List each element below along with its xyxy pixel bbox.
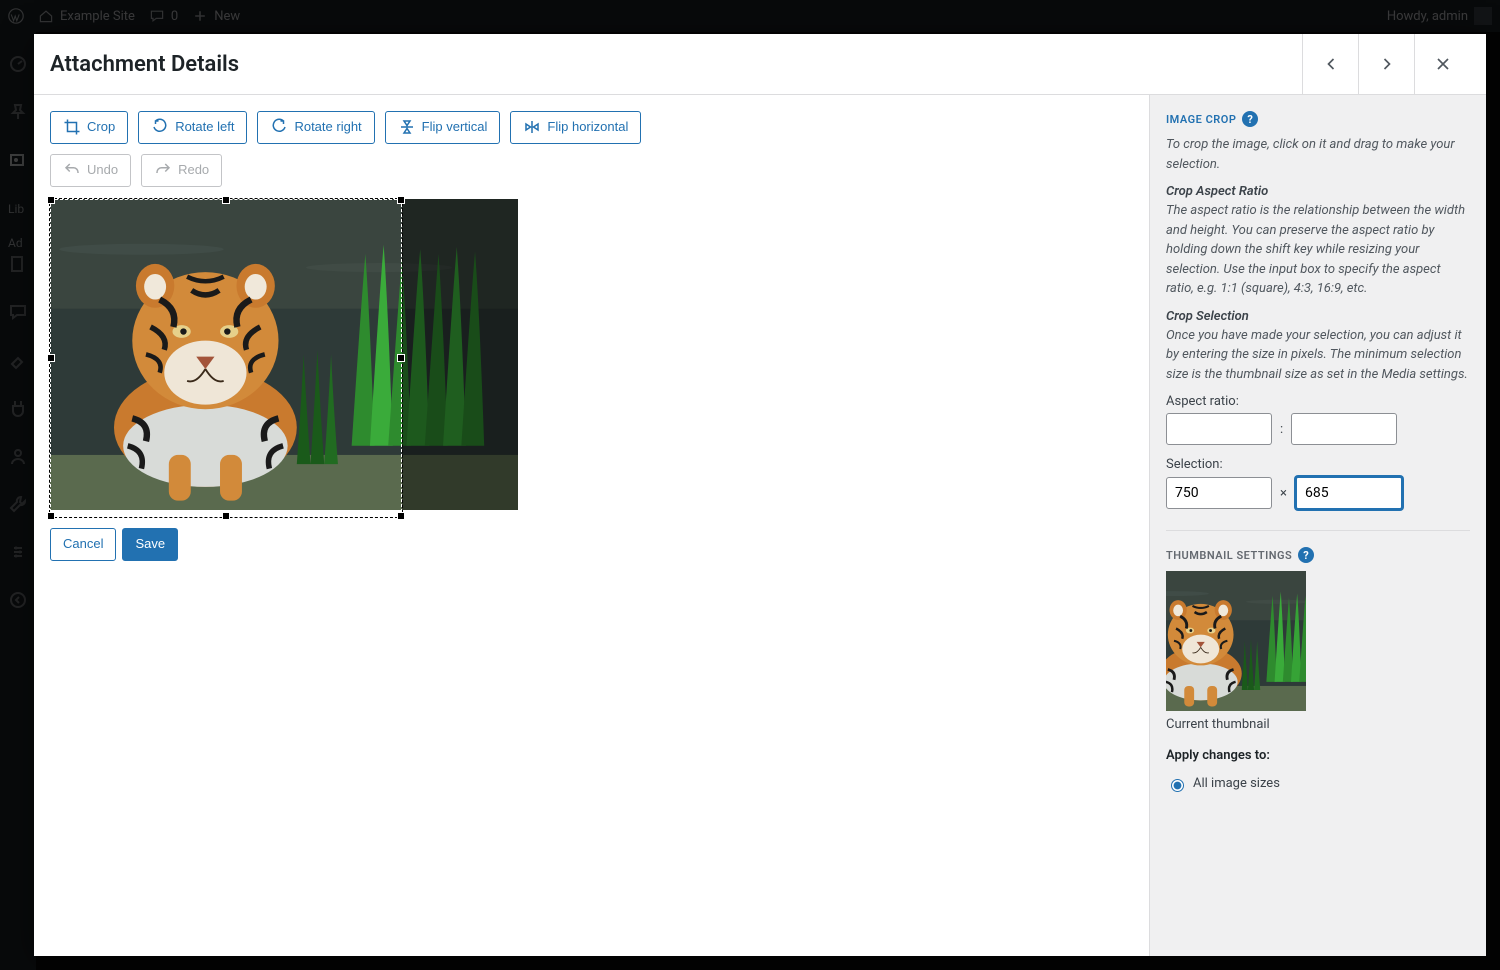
flip-vertical-button[interactable]: Flip vertical [385,111,501,144]
flip-horizontal-label: Flip horizontal [547,117,628,138]
modal-title: Attachment Details [50,52,239,77]
aspect-heading: Crop Aspect Ratio [1166,184,1470,199]
selection-height-input[interactable] [1295,476,1403,510]
selection-text: Once you have made your selection, you c… [1166,326,1470,385]
crop-button[interactable]: Crop [50,111,128,144]
image-crop-heading: IMAGE CROP ? [1166,111,1470,127]
crop-mask [402,199,518,511]
undo-label: Undo [87,160,118,181]
redo-label: Redo [178,160,209,181]
thumbnail-caption: Current thumbnail [1166,717,1470,732]
rotate-left-label: Rotate left [175,117,234,138]
crop-handle-nw[interactable] [47,196,55,204]
apply-all-radio[interactable] [1171,779,1184,792]
flip-horizontal-button[interactable]: Flip horizontal [510,111,641,144]
save-button[interactable]: Save [122,528,178,561]
crop-selection[interactable] [50,199,402,517]
flip-vertical-icon [398,118,416,136]
next-button[interactable] [1358,34,1414,94]
crop-handle-se[interactable] [397,512,405,520]
undo-icon [63,161,81,179]
crop-handle-n[interactable] [222,196,230,204]
rotate-left-icon [151,118,169,136]
image-crop-heading-text: IMAGE CROP [1166,113,1236,126]
prev-button[interactable] [1302,34,1358,94]
aspect-height-input[interactable] [1291,413,1397,445]
help-icon[interactable]: ? [1298,547,1314,563]
chevron-right-icon [1377,54,1397,74]
rotate-right-label: Rotate right [294,117,361,138]
editor-main: Crop Rotate left Rotate right Flip verti… [34,95,1149,956]
crop-handle-ne[interactable] [397,196,405,204]
apply-all-label: All image sizes [1193,776,1280,791]
selection-heading: Crop Selection [1166,309,1470,324]
aspect-label: Aspect ratio: [1166,394,1470,409]
close-button[interactable] [1414,34,1470,94]
save-label: Save [135,534,165,555]
image-canvas[interactable] [50,199,518,511]
crop-handle-e[interactable] [397,354,405,362]
crop-handle-w[interactable] [47,354,55,362]
modal-header: Attachment Details [34,34,1486,95]
sidebar-divider [1166,530,1470,531]
rotate-left-button[interactable]: Rotate left [138,111,247,144]
selection-width-input[interactable] [1166,477,1272,509]
attachment-sidebar: IMAGE CROP ? To crop the image, click on… [1149,95,1486,956]
crop-handle-s[interactable] [222,512,230,520]
image-toolbar: Crop Rotate left Rotate right Flip verti… [50,111,1133,144]
flip-horizontal-icon [523,118,541,136]
thumbnail-preview [1166,571,1306,711]
rotate-right-icon [270,118,288,136]
undo-button[interactable]: Undo [50,154,131,187]
history-toolbar: Undo Redo [50,154,1133,187]
rotate-right-button[interactable]: Rotate right [257,111,374,144]
selection-row: × [1166,476,1470,510]
chevron-left-icon [1321,54,1341,74]
thumbnail-heading-text: THUMBNAIL SETTINGS [1166,549,1292,562]
aspect-colon: : [1280,422,1283,437]
attachment-details-modal: Attachment Details Crop Rotate left [34,34,1486,956]
selection-label: Selection: [1166,457,1470,472]
redo-button[interactable]: Redo [141,154,222,187]
cancel-label: Cancel [63,534,103,555]
flip-vertical-label: Flip vertical [422,117,488,138]
redo-icon [154,161,172,179]
crop-handle-sw[interactable] [47,512,55,520]
thumbnail-heading: THUMBNAIL SETTINGS ? [1166,547,1470,563]
help-icon[interactable]: ? [1242,111,1258,127]
aspect-row: : [1166,413,1470,445]
aspect-width-input[interactable] [1166,413,1272,445]
selection-times: × [1280,486,1287,501]
crop-intro: To crop the image, click on it and drag … [1166,135,1470,174]
crop-icon [63,118,81,136]
cancel-button[interactable]: Cancel [50,528,116,561]
editor-actions: Cancel Save [50,528,1133,561]
apply-label: Apply changes to: [1166,746,1470,766]
apply-all-row[interactable]: All image sizes [1166,776,1470,792]
close-icon [1433,54,1453,74]
aspect-text: The aspect ratio is the relationship bet… [1166,201,1470,299]
viewport: Example Site 0 New Howdy, admin Lib Ad [0,0,1500,970]
crop-label: Crop [87,117,115,138]
